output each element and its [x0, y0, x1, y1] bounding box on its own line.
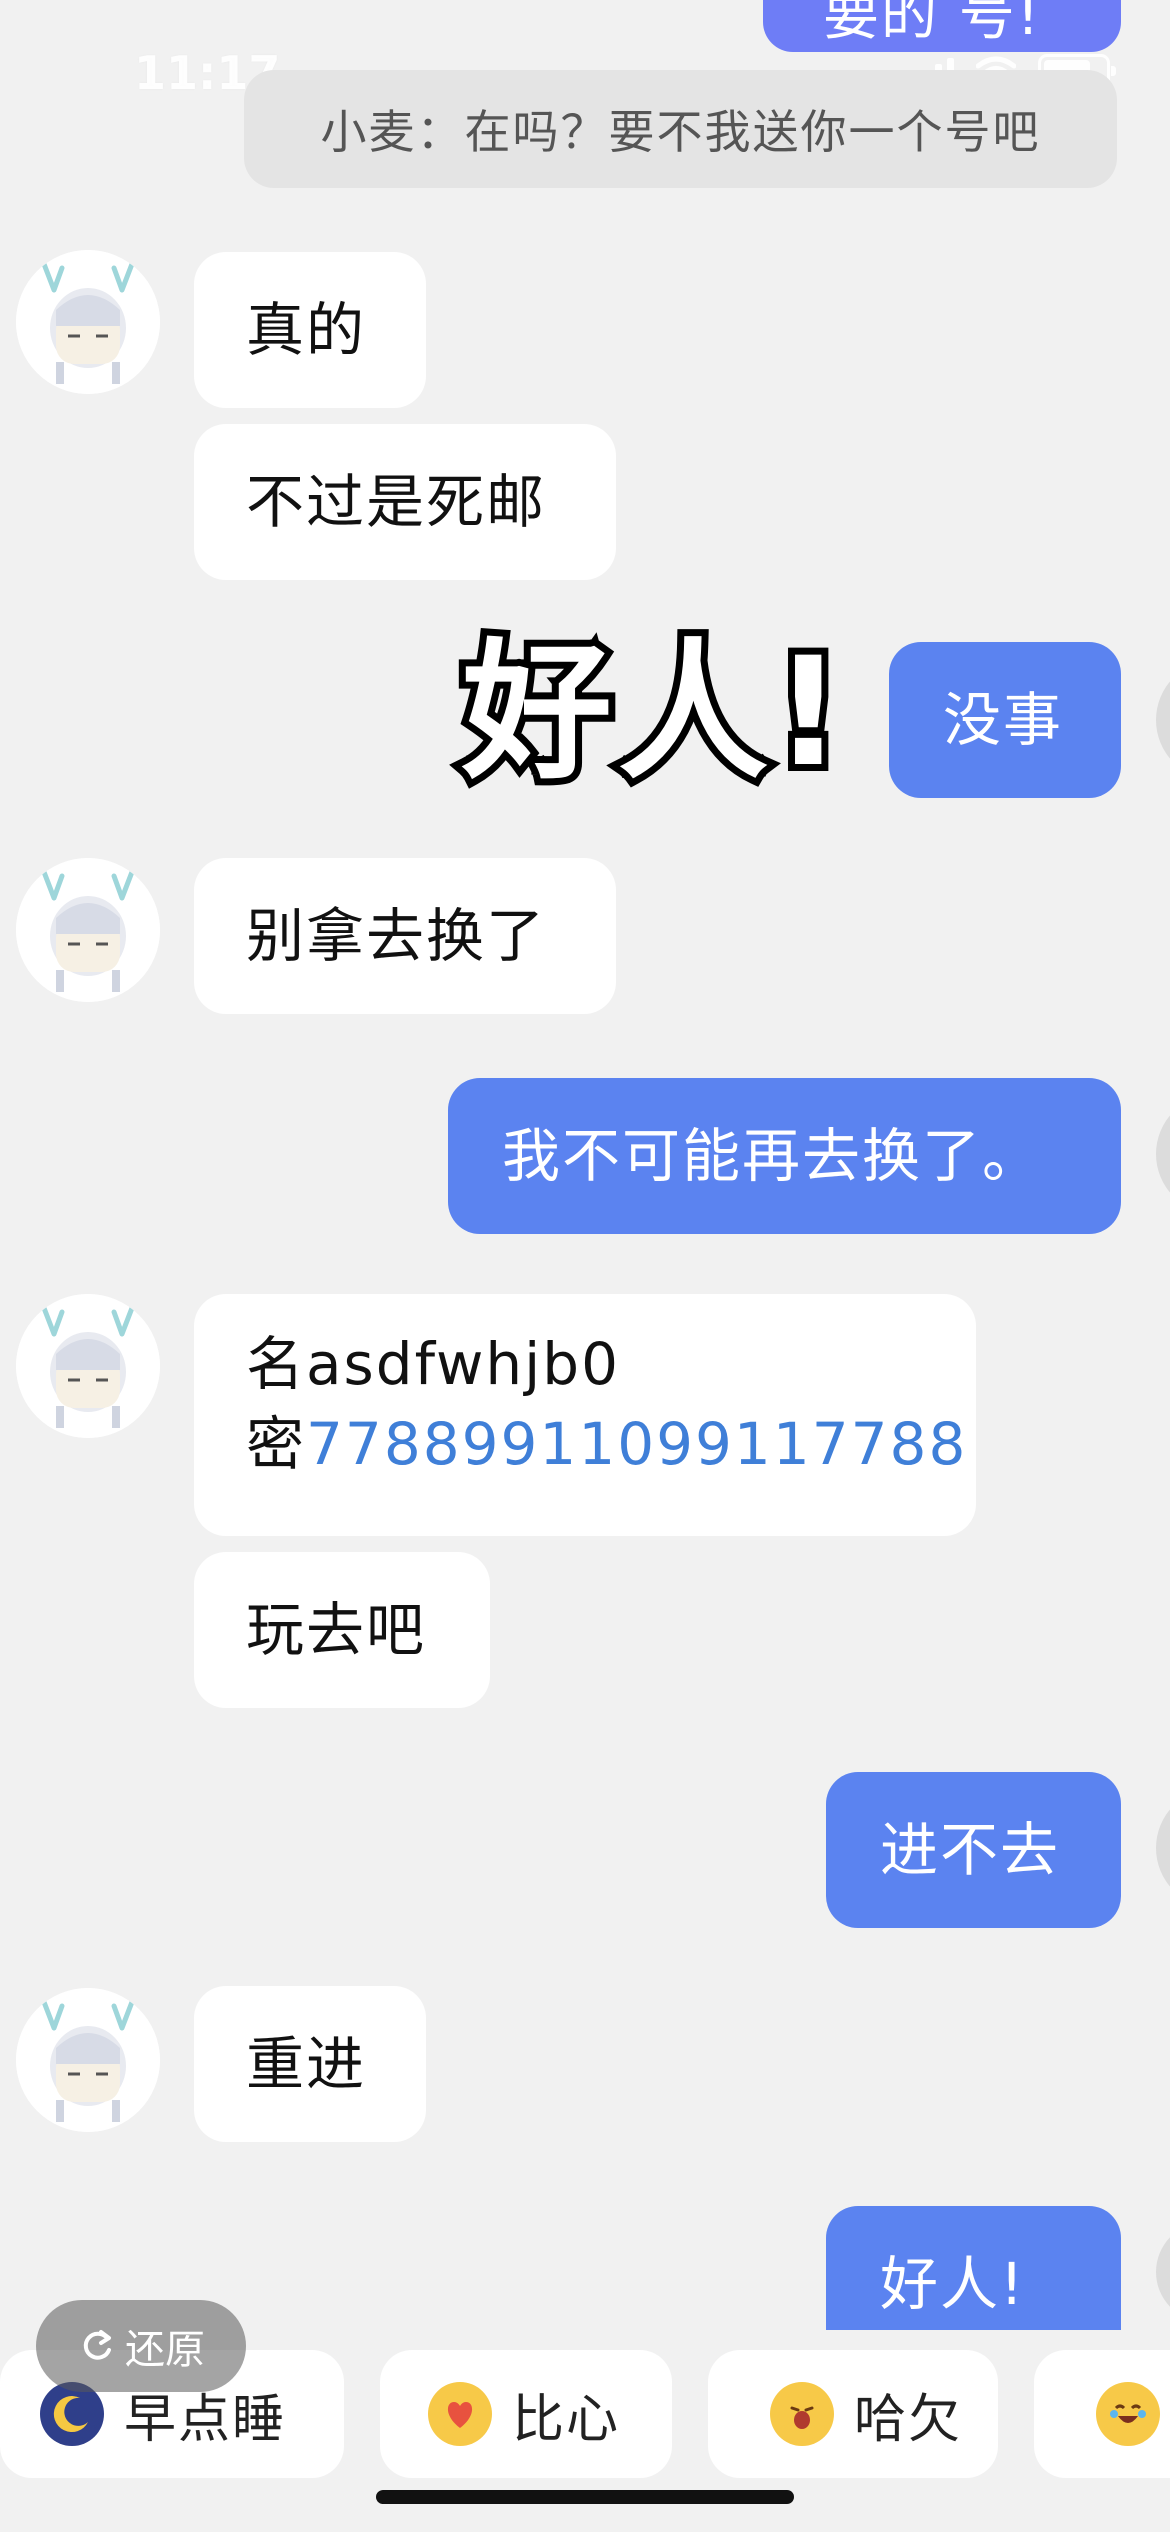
message-text-line: 名asdfwhjb0 [246, 1330, 621, 1398]
heart-hands-emoji-icon [428, 2382, 492, 2446]
message-text: 进不去 [880, 1816, 1061, 1884]
phone-number-link[interactable]: 77889911099117788 [306, 1410, 967, 1478]
restore-button[interactable]: 还原 [36, 2300, 246, 2392]
my-avatar-partial[interactable] [1156, 1094, 1170, 1214]
message-bubble-received[interactable]: 真的 [194, 252, 426, 408]
message-text: 真的 [246, 296, 367, 364]
anime-girl-avatar-icon [16, 858, 160, 1002]
quick-reply-chip[interactable]: 哈欠 [708, 2350, 998, 2478]
message-bubble-sent[interactable]: 我不可能再去换了。 [448, 1078, 1121, 1234]
message-text: 不过是死邮 [246, 468, 547, 536]
anime-girl-avatar-icon [16, 1294, 160, 1438]
my-avatar-partial[interactable] [1156, 660, 1170, 780]
message-text: 好人! [880, 2250, 1026, 2318]
my-avatar-partial[interactable] [1156, 2222, 1170, 2322]
sticker-text: 好人! [455, 626, 849, 800]
restore-icon [83, 2330, 111, 2360]
contact-avatar[interactable] [16, 1294, 160, 1438]
anime-girl-avatar-icon [16, 1988, 160, 2132]
message-text: 我不可能再去换了。 [502, 1122, 1043, 1190]
message-bubble-sent-partial[interactable]: 要的 号! [763, 0, 1121, 52]
quick-reply-label: 比心 [512, 2389, 621, 2450]
message-bubble-received-credentials[interactable]: 名asdfwhjb0 密77889911099117788 [194, 1294, 976, 1536]
message-text: 玩去吧 [246, 1596, 427, 1664]
laugh-cry-emoji-icon [1096, 2382, 1160, 2446]
message-text-prefix: 密 [246, 1410, 307, 1478]
message-bubble-sent[interactable]: 进不去 [826, 1772, 1121, 1928]
chat-screen: 要的 号! 11:17 小麦：在吗？要不我送你一个号吧 真的 不过是死邮 好人!… [0, 0, 1170, 2532]
restore-label: 还原 [125, 2327, 205, 2373]
notification-banner[interactable]: 小麦：在吗？要不我送你一个号吧 [244, 70, 1117, 188]
message-text: 没事 [943, 686, 1064, 754]
anime-girl-avatar-icon [16, 250, 160, 394]
message-bubble-received[interactable]: 别拿去换了 [194, 858, 616, 1014]
contact-avatar[interactable] [16, 250, 160, 394]
message-bubble-received[interactable]: 玩去吧 [194, 1552, 490, 1708]
message-text: 别拿去换了 [246, 902, 547, 970]
message-text: 重进 [246, 2030, 367, 2098]
message-bubble-sent[interactable]: 没事 [889, 642, 1121, 798]
message-text: 要的 号! [823, 0, 1042, 48]
message-bubble-sent[interactable]: 好人! [826, 2206, 1121, 2330]
quick-reply-chip[interactable]: 比心 [380, 2350, 672, 2478]
home-indicator[interactable] [376, 2490, 794, 2504]
contact-avatar[interactable] [16, 1988, 160, 2132]
contact-avatar[interactable] [16, 858, 160, 1002]
quick-reply-chip[interactable] [1034, 2350, 1170, 2478]
yawn-emoji-icon [770, 2382, 834, 2446]
message-text-line: 密77889911099117788 [246, 1404, 976, 1484]
quick-reply-label: 哈欠 [854, 2389, 963, 2450]
message-bubble-received[interactable]: 不过是死邮 [194, 424, 616, 580]
message-bubble-received[interactable]: 重进 [194, 1986, 426, 2142]
my-avatar-partial[interactable] [1156, 1788, 1170, 1908]
